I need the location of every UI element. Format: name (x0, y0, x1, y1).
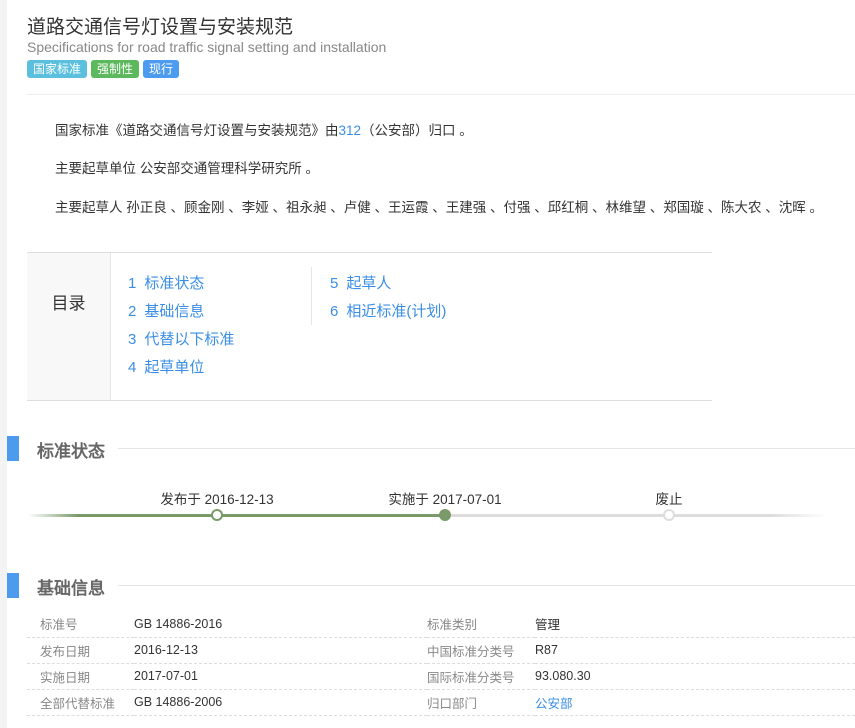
timeline-dot-abolished (663, 509, 675, 521)
toc-label: 起草单位 (144, 359, 205, 376)
page-title: 道路交通信号灯设置与安装规范 (27, 17, 294, 38)
toc-title: 目录 (27, 253, 111, 400)
field-label: 实施日期 (27, 663, 134, 690)
intro-line-2: 主要起草单位 公安部交通管理科学研究所 。 (55, 161, 320, 176)
department-cell: 公安部 (535, 689, 855, 716)
toc-number: 1 (128, 275, 137, 292)
timeline-dot-implemented (439, 509, 451, 521)
table-row: 标准号 GB 14886-2016 标准类别 管理 (27, 611, 855, 638)
department-link[interactable]: 公安部 (535, 697, 573, 711)
field-label: 标准号 (27, 611, 134, 638)
field-value: R87 (535, 637, 855, 664)
table-row: 实施日期 2017-07-01 国际标准分类号 93.080.30 (27, 663, 855, 690)
toc-item-6[interactable]: 6 相近标准(计划) (330, 300, 446, 328)
section-divider (118, 585, 855, 586)
toc-item-1[interactable]: 1 标准状态 (128, 272, 234, 300)
section-marker (7, 436, 19, 461)
toc-label: 基础信息 (144, 303, 205, 320)
table-row: 发布日期 2016-12-13 中国标准分类号 R87 (27, 637, 855, 664)
timeline-label-abolished: 废止 (655, 492, 683, 507)
divider (27, 94, 855, 95)
section-divider (118, 448, 855, 449)
tag-list: 国家标准 强制性 现行 (27, 60, 180, 78)
toc-label: 相近标准(计划) (346, 303, 447, 320)
toc-separator (311, 267, 312, 325)
field-label: 全部代替标准 (27, 689, 134, 716)
toc-label: 起草人 (346, 275, 392, 292)
table-row: 全部代替标准 GB 14886-2006 归口部门 公安部 (27, 689, 855, 716)
timeline-label-published: 发布于 2016-12-13 (160, 492, 274, 507)
timeline-dot-published (211, 509, 223, 521)
intro-line-1: 国家标准《道路交通信号灯设置与安装规范》由312（公安部）归口 。 (55, 119, 473, 139)
intro-text: （公安部）归口 。 (361, 123, 473, 138)
toc-item-4[interactable]: 4 起草单位 (128, 356, 234, 384)
left-strip (0, 0, 7, 728)
field-label: 国际标准分类号 (427, 663, 535, 690)
intro-line-3: 主要起草人 孙正良 、顾金刚 、李娅 、祖永昶 、卢健 、王运霞 、王建强 、付… (55, 200, 824, 215)
field-value: 2016-12-13 (134, 637, 427, 664)
section-header-status: 标准状态 (7, 436, 855, 461)
basic-info-table: 标准号 GB 14886-2016 标准类别 管理 发布日期 2016-12-13 中国标… (27, 611, 855, 716)
tag-national-standard: 国家标准 (27, 60, 88, 78)
table-of-contents: 目录 1 标准状态 2 基础信息 3 代替以下标准 4 起草单位 5 起草人 6 相近标准(… (27, 252, 712, 401)
committee-link[interactable]: 312 (339, 123, 362, 138)
toc-label: 标准状态 (144, 275, 205, 292)
field-label: 归口部门 (427, 689, 535, 716)
toc-number: 5 (330, 275, 339, 292)
toc-number: 2 (128, 303, 137, 320)
field-label: 发布日期 (27, 637, 134, 664)
field-label: 标准类别 (427, 611, 535, 638)
section-header-basic: 基础信息 (7, 573, 855, 598)
page-subtitle: Specifications for road traffic signal s… (27, 39, 387, 55)
section-title: 基础信息 (37, 579, 105, 598)
toc-label: 代替以下标准 (144, 331, 235, 348)
field-value: GB 14886-2016 (134, 611, 427, 638)
toc-number: 4 (128, 359, 137, 376)
tag-current: 现行 (143, 60, 180, 78)
section-marker (7, 573, 19, 598)
toc-column: 1 标准状态 2 基础信息 3 代替以下标准 4 起草单位 (128, 272, 234, 384)
field-value: 93.080.30 (535, 663, 855, 690)
timeline-progress (28, 514, 445, 517)
toc-column: 5 起草人 6 相近标准(计划) (330, 272, 446, 328)
timeline-label-implemented: 实施于 2017-07-01 (388, 492, 502, 507)
tag-mandatory: 强制性 (91, 60, 140, 78)
intro-text: 国家标准《道路交通信号灯设置与安装规范》由 (55, 123, 339, 138)
timeline-remaining (445, 514, 827, 517)
field-value: 管理 (535, 611, 855, 638)
toc-item-2[interactable]: 2 基础信息 (128, 300, 234, 328)
toc-item-3[interactable]: 3 代替以下标准 (128, 328, 234, 356)
field-value: GB 14886-2006 (134, 689, 427, 716)
toc-item-5[interactable]: 5 起草人 (330, 272, 446, 300)
section-title: 标准状态 (37, 442, 105, 461)
toc-number: 6 (330, 303, 339, 320)
field-value: 2017-07-01 (134, 663, 427, 690)
toc-number: 3 (128, 331, 137, 348)
field-label: 中国标准分类号 (427, 637, 535, 664)
